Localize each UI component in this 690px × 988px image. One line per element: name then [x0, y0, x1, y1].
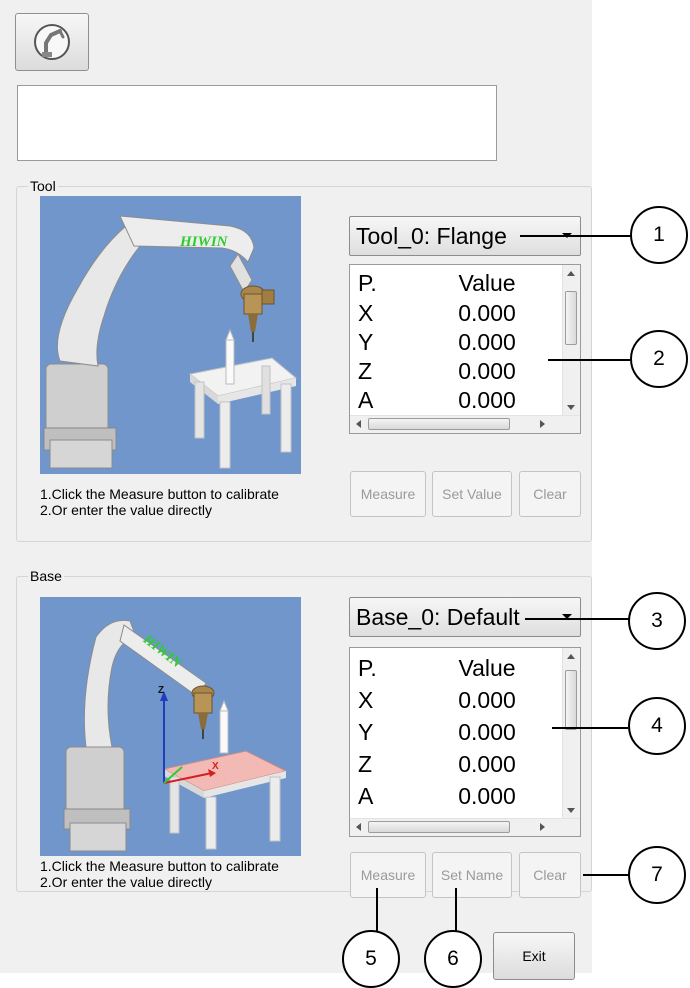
- scroll-right-icon[interactable]: [540, 823, 545, 831]
- base-value-table[interactable]: P. Value X 0.000 Y 0.000 Z 0.000 A 0.000: [349, 647, 581, 837]
- scroll-thumb[interactable]: [565, 291, 577, 345]
- table-header-param: P.: [358, 655, 377, 681]
- callout-2-leader: [548, 359, 630, 361]
- z-axis-label: Z: [158, 685, 164, 696]
- table-row-value[interactable]: 0.000: [442, 686, 532, 715]
- tool-hint-1: 1.Click the Measure button to calibrate: [40, 486, 279, 502]
- tool-value-table[interactable]: P. Value X 0.000 Y 0.000 Z 0.000 A 0.000: [349, 264, 581, 434]
- table-row-value[interactable]: 0.000: [442, 750, 532, 779]
- robot-arm-icon: [34, 24, 70, 60]
- table-row-param: A: [358, 783, 374, 809]
- x-axis-label: X: [212, 761, 219, 772]
- callout-1-leader: [520, 235, 632, 237]
- scroll-down-icon[interactable]: [567, 405, 575, 410]
- tool-group-label: Tool: [28, 178, 58, 194]
- base-clear-button[interactable]: Clear: [519, 852, 581, 898]
- base-group-label: Base: [28, 568, 64, 584]
- base-select-value: Base_0: Default: [356, 604, 520, 630]
- tool-select-value: Tool_0: Flange: [356, 223, 507, 249]
- callout-7-leader: [583, 874, 629, 876]
- table-row-param: Y: [358, 329, 374, 355]
- table-row-value[interactable]: 0.000: [442, 718, 532, 747]
- base-measure-button[interactable]: Measure: [350, 852, 426, 898]
- scroll-up-icon[interactable]: [567, 654, 575, 659]
- tool-set-value-button[interactable]: Set Value: [432, 471, 512, 517]
- table-header-value: Value: [458, 270, 516, 296]
- table-row-value[interactable]: 0.000: [442, 386, 532, 415]
- scroll-thumb[interactable]: [368, 418, 510, 430]
- table-row-param: X: [358, 687, 374, 713]
- base-illustration: Z X HIWIN: [40, 597, 301, 856]
- scroll-right-icon[interactable]: [540, 420, 545, 428]
- callout-4-leader: [552, 727, 628, 729]
- base-hint-1: 1.Click the Measure button to calibrate: [40, 858, 279, 874]
- callout-6-leader: [455, 888, 457, 934]
- callout-7: 7: [628, 846, 686, 904]
- base-robot-image: Z X HIWIN: [63, 619, 288, 852]
- scroll-up-icon[interactable]: [567, 271, 575, 276]
- scroll-thumb[interactable]: [368, 821, 510, 833]
- callout-3: 3: [628, 592, 686, 650]
- table-row-param: Y: [358, 719, 374, 745]
- base-select[interactable]: Base_0: Default: [349, 597, 581, 637]
- base-table-vscrollbar[interactable]: [562, 648, 580, 819]
- table-row-value[interactable]: 0.000: [442, 328, 532, 357]
- tool-clear-button[interactable]: Clear: [519, 471, 581, 517]
- base-hint-2: 2.Or enter the value directly: [40, 874, 212, 890]
- base-table-hscrollbar[interactable]: [350, 818, 580, 836]
- scroll-down-icon[interactable]: [567, 808, 575, 813]
- scroll-thumb[interactable]: [565, 670, 577, 730]
- base-set-name-button[interactable]: Set Name: [432, 852, 512, 898]
- table-row-param: Z: [358, 358, 373, 384]
- tool-brand-label: HIWIN: [179, 234, 229, 250]
- table-row-param: A: [358, 387, 374, 413]
- table-row-param: Z: [358, 751, 373, 777]
- tool-table-vscrollbar[interactable]: [562, 265, 580, 416]
- tool-measure-button[interactable]: Measure: [350, 471, 426, 517]
- callout-3-leader: [525, 618, 629, 620]
- message-box: [17, 85, 497, 161]
- tool-illustration: HIWIN: [40, 196, 301, 474]
- table-row-value[interactable]: 0.000: [442, 782, 532, 811]
- robot-button[interactable]: [15, 13, 89, 71]
- scroll-left-icon[interactable]: [356, 823, 361, 831]
- tool-hint-2: 2.Or enter the value directly: [40, 502, 212, 518]
- callout-2: 2: [630, 330, 688, 388]
- callout-5: 5: [342, 930, 400, 988]
- table-header-value: Value: [458, 655, 516, 681]
- table-row-param: X: [358, 300, 374, 326]
- callout-4: 4: [628, 697, 686, 755]
- tool-table-hscrollbar[interactable]: [350, 415, 580, 433]
- callout-1: 1: [630, 206, 688, 264]
- table-row-value[interactable]: 0.000: [442, 357, 532, 386]
- tool-robot-image: HIWIN: [43, 215, 298, 469]
- table-row-value[interactable]: 0.000: [442, 299, 532, 328]
- callout-5-leader: [376, 888, 378, 934]
- callout-6: 6: [424, 930, 482, 988]
- table-header-param: P.: [358, 270, 377, 296]
- scroll-left-icon[interactable]: [356, 420, 361, 428]
